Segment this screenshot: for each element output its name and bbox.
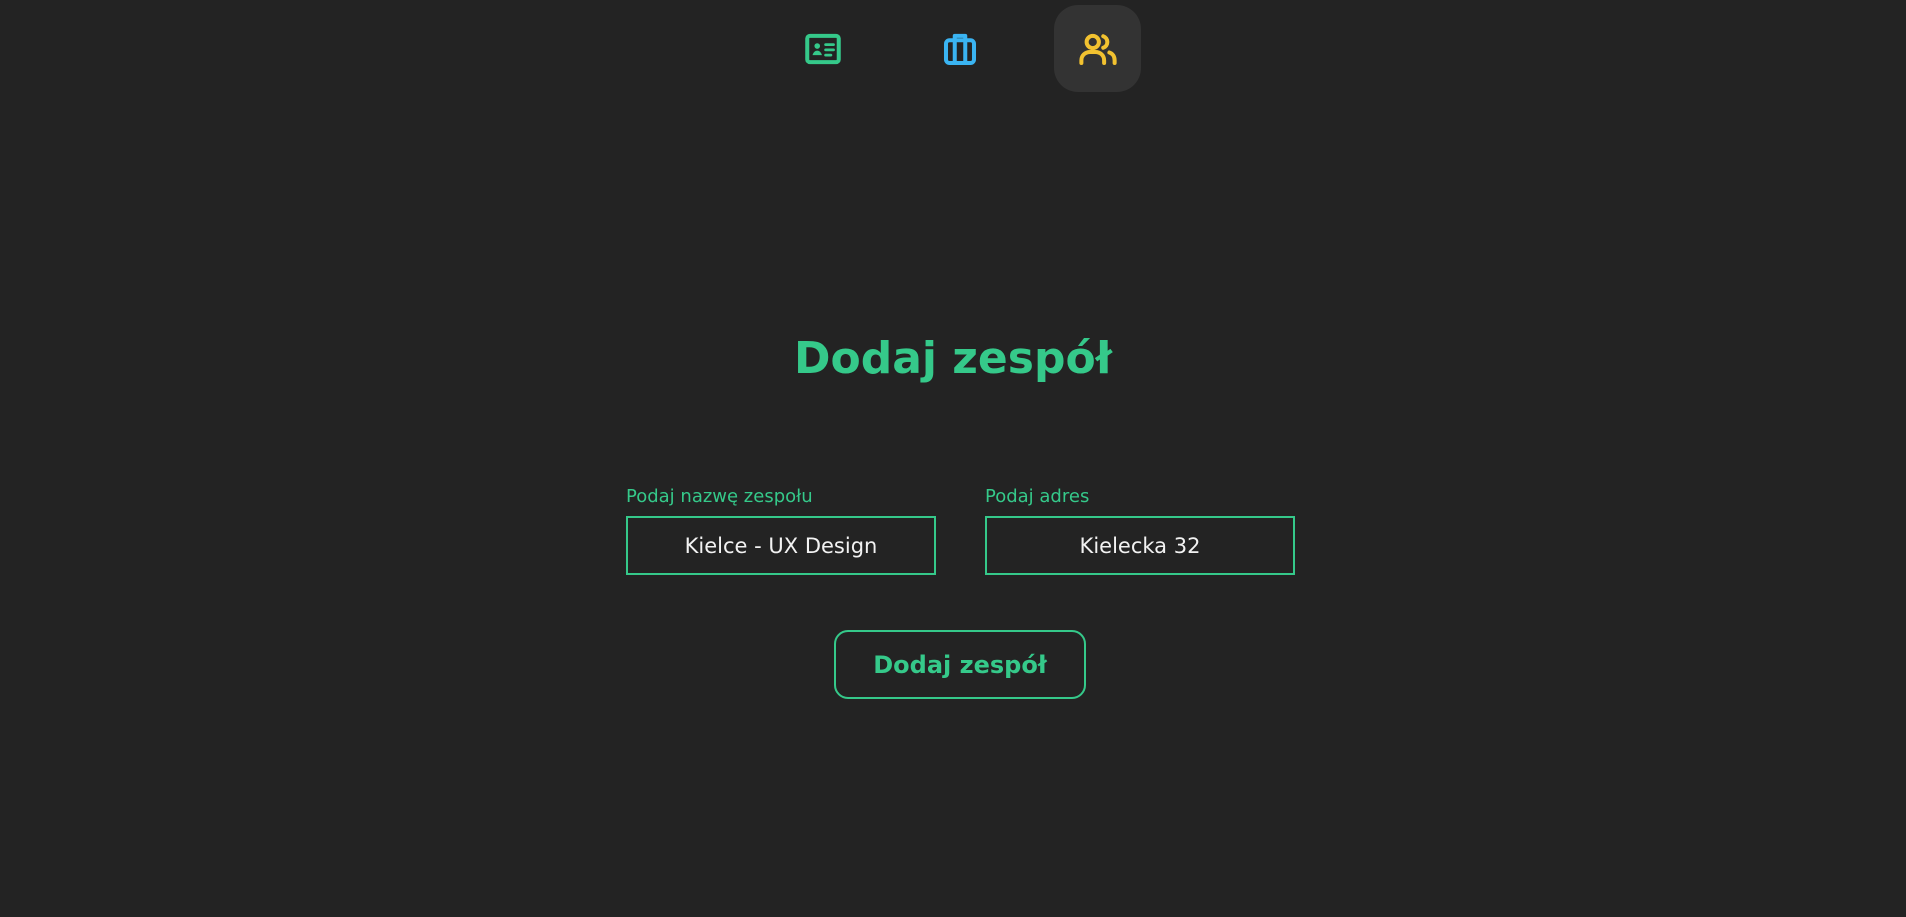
id-card-icon	[804, 33, 841, 64]
add-team-button[interactable]: Dodaj zespół	[834, 630, 1086, 699]
page: Dodaj zespół Podaj nazwę zespołu Podaj a…	[0, 0, 1906, 917]
users-icon	[1078, 33, 1117, 65]
nav-work-button[interactable]	[916, 5, 1003, 92]
team-name-input[interactable]	[626, 516, 936, 575]
address-label: Podaj adres	[985, 486, 1090, 507]
team-name-label: Podaj nazwę zespołu	[626, 486, 813, 507]
page-title: Dodaj zespół	[793, 333, 1113, 384]
address-input[interactable]	[985, 516, 1295, 575]
nav-profile-button[interactable]	[779, 5, 866, 92]
briefcase-icon	[943, 33, 976, 65]
nav-teams-button[interactable]	[1054, 5, 1141, 92]
